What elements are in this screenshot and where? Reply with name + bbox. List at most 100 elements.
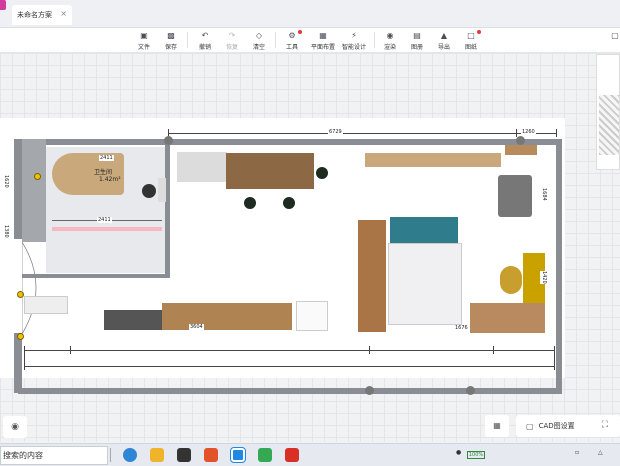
- dimension-line: [24, 366, 554, 367]
- wall-shelf: [365, 153, 501, 167]
- smart-design-button[interactable]: ⚡ 智能设计: [339, 30, 369, 52]
- fullscreen-icon[interactable]: ⛶: [602, 420, 608, 430]
- redo-button[interactable]: ↷ 恢复: [220, 30, 244, 52]
- desk: [470, 303, 545, 333]
- side-cabinet: [505, 145, 537, 155]
- office-icon[interactable]: [204, 448, 218, 462]
- undo-icon: ↶: [201, 31, 209, 40]
- wardrobe: [358, 220, 386, 332]
- wall-pillar: [22, 139, 46, 242]
- tab-bar: 未命名方案 ×: [0, 0, 620, 28]
- dimension-label: 6729: [328, 129, 343, 135]
- tab-current-plan[interactable]: 未命名方案 ×: [12, 5, 72, 25]
- tab-title: 未命名方案: [17, 11, 52, 19]
- undo-button[interactable]: ↶ 撤销: [193, 30, 217, 52]
- room-area: 1.42m²: [99, 176, 121, 183]
- camera-icon: ◉: [386, 31, 394, 40]
- drawing-button[interactable]: □ 图纸: [459, 30, 483, 52]
- dimension-label: 1684: [540, 188, 548, 201]
- eye-icon[interactable]: ◉: [3, 416, 27, 438]
- export-icon: ▲: [440, 31, 448, 40]
- bed: [388, 243, 462, 325]
- anchor-point[interactable]: [34, 173, 41, 180]
- file-button[interactable]: ▣ 文件: [132, 30, 156, 52]
- sink: [158, 178, 166, 202]
- shoe-cabinet: [24, 296, 68, 314]
- dimension-tick: [24, 346, 25, 370]
- redo-icon: ↷: [228, 31, 236, 40]
- tray-icon[interactable]: ●: [456, 449, 461, 456]
- windows-taskbar: 搜索的内容 ● 100% ▫ △: [0, 443, 620, 466]
- close-icon[interactable]: ×: [60, 9, 67, 18]
- toolbar-divider: [275, 32, 276, 48]
- dimension-label: 1620: [2, 175, 10, 188]
- active-app-icon[interactable]: [230, 447, 246, 463]
- wall-node: [164, 136, 173, 145]
- preview-image: [599, 95, 619, 155]
- wall-right: [556, 139, 562, 394]
- dining-chair: [283, 197, 295, 209]
- door-swing: [22, 242, 37, 335]
- tv-cabinet: [104, 310, 162, 330]
- toolbar-divider: [187, 32, 188, 48]
- export-button[interactable]: ▲ 导出: [432, 30, 456, 52]
- tools-button[interactable]: ⚙ 工具: [280, 30, 304, 52]
- room-name: 卫生间: [94, 169, 113, 176]
- edge-icon[interactable]: [123, 448, 137, 462]
- office-chair: [498, 175, 532, 217]
- main-toolbar: ▣ 文件 ▩ 保存 ↶ 撤销 ↷ 恢复 ◇ 清空 ⚙ 工具 ▦ 平面布置 ⚡ 智…: [0, 28, 620, 53]
- dimension-label: 2411: [97, 217, 112, 223]
- cad-settings-label: CAD图设置: [538, 422, 575, 430]
- notification-icon[interactable]: ▫: [575, 449, 579, 456]
- folder-icon[interactable]: [150, 448, 164, 462]
- cad-settings-button[interactable]: ▢ CAD图设置 ⛶: [516, 415, 620, 437]
- design-canvas[interactable]: 6729 1260 卫生间 1.42m² 2411 2411 1620 1380: [0, 53, 620, 442]
- toilet: [142, 184, 156, 198]
- album-button[interactable]: ▤ 图册: [405, 30, 429, 52]
- clear-button[interactable]: ◇ 清空: [247, 30, 271, 52]
- more-icon[interactable]: ▢: [610, 30, 620, 52]
- layout-button[interactable]: ▦ 平面布置: [308, 30, 338, 52]
- wall-bottom: [18, 388, 562, 394]
- wall-node: [516, 136, 525, 145]
- accent-chair: [500, 266, 522, 294]
- notification-dot: [477, 30, 481, 34]
- wall-node: [365, 386, 374, 395]
- store-icon[interactable]: [177, 448, 191, 462]
- battery-indicator: 100%: [467, 451, 485, 459]
- dimension-tick: [556, 129, 557, 137]
- dining-chair: [316, 167, 328, 179]
- dimension-label: 1380: [2, 225, 10, 238]
- toolbar-divider: [374, 32, 375, 48]
- door-threshold: [52, 227, 162, 231]
- wall-bathroom-right: [165, 139, 170, 278]
- bed-headboard: [390, 217, 458, 243]
- dimension-tick: [369, 346, 370, 354]
- dining-table: [226, 153, 314, 189]
- lightning-icon: ⚡: [351, 31, 357, 40]
- taskbar-search[interactable]: 搜索的内容: [0, 446, 108, 465]
- dimension-tick: [493, 346, 494, 354]
- album-icon: ▤: [413, 31, 421, 40]
- divider: [110, 448, 111, 462]
- wall-left-upper: [14, 139, 22, 239]
- floor-plan: 6729 1260 卫生间 1.42m² 2411 2411 1620 1380: [0, 118, 565, 395]
- save-icon: ▩: [167, 31, 175, 40]
- lock-button[interactable]: ▦: [485, 415, 509, 437]
- render-button[interactable]: ◉ 渲染: [378, 30, 402, 52]
- dimension-line: [24, 350, 554, 351]
- wps-icon[interactable]: [285, 448, 299, 462]
- play-icon[interactable]: [258, 448, 272, 462]
- 3d-preview-thumbnail[interactable]: [596, 54, 620, 170]
- wall-node: [466, 386, 475, 395]
- save-button[interactable]: ▩ 保存: [159, 30, 183, 52]
- wall-left-lower: [14, 333, 22, 393]
- volume-icon[interactable]: △: [598, 449, 603, 456]
- cad-icon: ▢: [526, 421, 534, 431]
- dimension-label: 3604: [189, 324, 204, 330]
- sofa: [162, 303, 292, 330]
- dimension-label: 1420: [540, 271, 548, 284]
- dimension-label: 2411: [99, 155, 114, 161]
- dining-chair: [244, 197, 256, 209]
- dimension-label: 1260: [521, 129, 536, 135]
